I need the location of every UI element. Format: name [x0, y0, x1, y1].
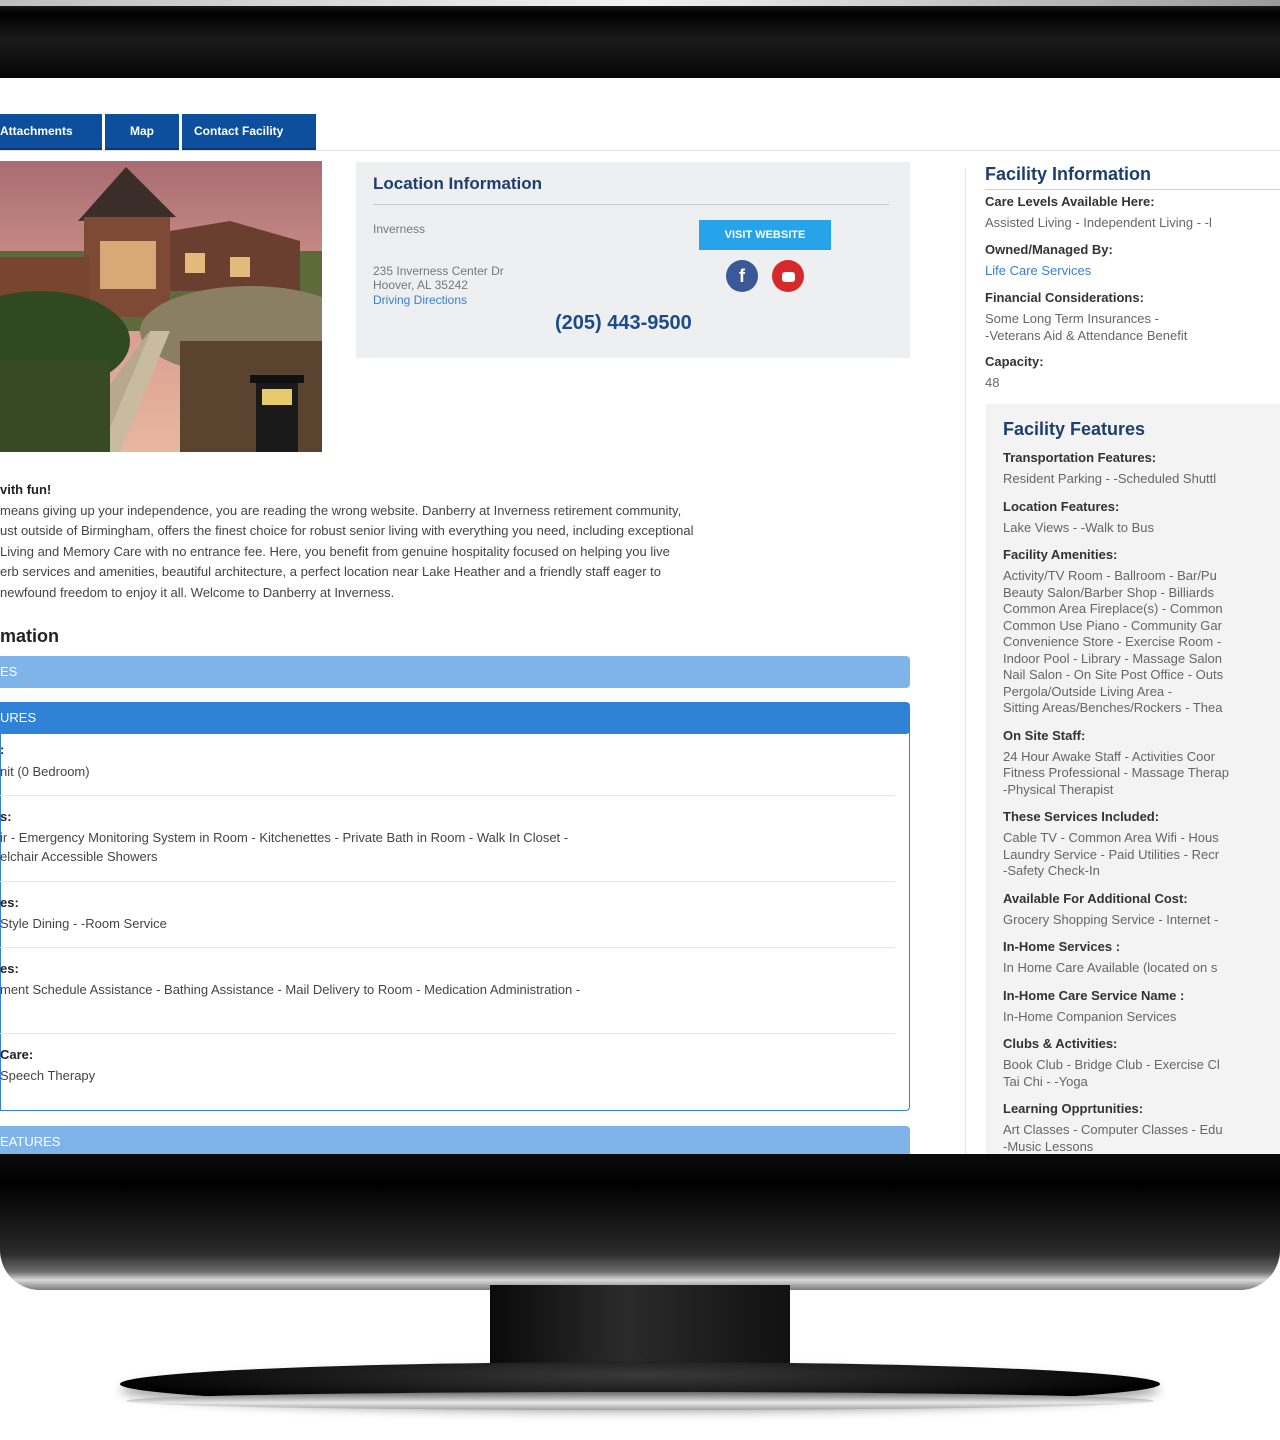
driving-directions-link[interactable]: Driving Directions: [373, 293, 467, 307]
financial-label: Financial Considerations:: [985, 290, 1144, 305]
feature-category-value: Art Classes - Computer Classes - Edu: [1003, 1122, 1223, 1137]
column-divider: [965, 168, 966, 1154]
monitor-top-bezel: [0, 0, 1280, 78]
visit-website-button[interactable]: VISIT WEBSITE: [699, 220, 831, 250]
bezel-highlight: [0, 0, 1280, 6]
feature-category-value: Nail Salon - On Site Post Office - Outs: [1003, 667, 1224, 682]
feature-row-value: Speech Therapy: [0, 1068, 96, 1083]
intro-line: ust outside of Birmingham, offers the fi…: [0, 523, 694, 538]
feature-category-value: Lake Views - -Walk to Bus: [1003, 519, 1154, 535]
feature-category-value: Common Use Piano - Community Gar: [1003, 617, 1222, 633]
phone-number[interactable]: (205) 443-9500: [555, 312, 692, 335]
monitor-bottom-bezel: [0, 1154, 1280, 1290]
feature-row-label: s:: [0, 809, 12, 824]
accordion-bar-community-features[interactable]: EATURES: [0, 1126, 910, 1154]
feature-row-label: es:: [0, 961, 19, 976]
feature-category-value: Convenience Store - Exercise Room -: [1003, 634, 1222, 649]
feature-category-label: Clubs & Activities:: [1003, 1036, 1118, 1051]
feature-category-value: In Home Care Available (located on s: [1003, 960, 1218, 975]
feature-row-value: nit (0 Bedroom): [0, 764, 90, 779]
page-header: Attachments Map Contact Facility: [0, 78, 1280, 150]
feature-row-label: :: [0, 742, 5, 757]
tab-contact-facility[interactable]: Contact Facility: [182, 114, 316, 150]
facility-photo: [0, 161, 322, 452]
feature-category-value: Laundry Service - Paid Utilities - Recr: [1003, 846, 1220, 862]
feature-category-value: Tai Chi - -Yoga: [1003, 1073, 1088, 1089]
facility-information: Facility Information: [985, 164, 1280, 185]
location-area: Inverness: [373, 222, 426, 236]
capacity-label: Capacity:: [985, 354, 1044, 369]
financial-value: Some Long Term Insurances -: [985, 311, 1159, 326]
care-levels-value: Assisted Living - Independent Living - -…: [985, 215, 1212, 230]
accordion-bar-services[interactable]: ES: [0, 656, 910, 688]
row-divider: [0, 1033, 895, 1034]
feature-category-value: -Music Lessons: [1003, 1138, 1094, 1154]
tab-attachments[interactable]: Attachments: [0, 114, 102, 150]
owner-link[interactable]: Life Care Services: [985, 262, 1091, 279]
feature-category-value: Book Club - Bridge Club - Exercise Cl: [1003, 1057, 1220, 1072]
feature-category-value: Sitting Areas/Benches/Rockers - Thea: [1003, 700, 1223, 715]
intro-line: erb services and amenities, beautiful ar…: [0, 564, 661, 579]
feature-category-value: Cable TV - Common Area Wifi - Hous: [1003, 830, 1219, 845]
feature-category-value: 24 Hour Awake Staff - Activities Coor: [1003, 748, 1215, 764]
monitor-screen: Attachments Map Contact Facility Locatio…: [0, 78, 1280, 1154]
header-divider: [0, 150, 1280, 151]
feature-row-value: elchair Accessible Showers: [0, 849, 158, 864]
feature-row-label: Care:: [0, 1047, 34, 1062]
financial-value: -Veterans Aid & Attendance Benefit: [985, 328, 1188, 343]
row-divider: [0, 795, 895, 796]
feature-row-value: ment Schedule Assistance - Bathing Assis…: [0, 982, 581, 997]
intro-line: means giving up your independence, you a…: [0, 502, 682, 518]
row-divider: [0, 947, 895, 948]
feature-category-value: Common Area Fireplace(s) - Common: [1003, 601, 1223, 616]
tab-map[interactable]: Map: [105, 114, 179, 150]
feature-category-label: In-Home Care Service Name :: [1003, 987, 1185, 1003]
feature-category-value: Grocery Shopping Service - Internet -: [1003, 911, 1219, 927]
intro-line: Living and Memory Care with no entrance …: [0, 543, 670, 559]
location-heading-rule: [373, 204, 889, 205]
feature-row-label: es:: [0, 895, 19, 910]
location-information-box: Location Information Inverness 235 Inver…: [356, 162, 910, 358]
feature-category-label: Available For Additional Cost:: [1003, 890, 1188, 906]
intro-line: newfound freedom to enjoy it all. Welcom…: [0, 584, 395, 600]
location-heading: Location Information: [373, 174, 543, 193]
facility-information-rule: [985, 189, 1280, 190]
feature-category-value: -Physical Therapist: [1003, 781, 1114, 797]
feature-category-value: Pergola/Outside Living Area -: [1003, 683, 1173, 699]
location-city: Hoover, AL 35242: [373, 278, 468, 292]
feature-row-value: ir - Emergency Monitoring System in Room…: [0, 830, 569, 845]
capacity-value: 48: [985, 375, 1000, 390]
feature-category-value: Fitness Professional - Massage Therap: [1003, 765, 1229, 780]
location-street: 235 Inverness Center Dr: [373, 264, 504, 278]
owned-label: Owned/Managed By:: [985, 242, 1113, 257]
feature-category-label: Learning Opprtunities:: [1003, 1101, 1144, 1116]
facebook-icon[interactable]: f: [726, 260, 758, 292]
facility-features-heading: Facility Features: [1003, 419, 1146, 439]
facility-information-heading: Facility Information: [985, 164, 1152, 184]
feature-row-value: Style Dining - -Room Service: [0, 916, 167, 931]
feature-category-value: Beauty Salon/Barber Shop - Billiards: [1003, 584, 1215, 600]
feature-category-label: In-Home Services :: [1003, 939, 1121, 954]
feature-category-value: -Safety Check-In: [1003, 863, 1100, 878]
tab-bar: Attachments Map Contact Facility: [0, 114, 316, 150]
information-section-title: mation: [0, 626, 60, 646]
feature-category-value: Activity/TV Room - Ballroom - Bar/Pu: [1003, 568, 1217, 583]
feature-category-label: On Site Staff:: [1003, 727, 1086, 743]
feature-category-label: These Services Included:: [1003, 809, 1160, 824]
feature-category-value: Indoor Pool - Library - Massage Salon: [1003, 650, 1222, 666]
intro-text: vith fun! means giving up your independe…: [0, 480, 915, 603]
care-levels-label: Care Levels Available Here:: [985, 194, 1155, 209]
feature-category-label: Location Features:: [1003, 498, 1120, 514]
feature-category-value: In-Home Companion Services: [1003, 1008, 1177, 1024]
feature-category-label: Transportation Features:: [1003, 450, 1157, 465]
intro-heading: vith fun!: [0, 482, 52, 497]
youtube-icon[interactable]: [772, 260, 804, 292]
feature-category-label: Facility Amenities:: [1003, 547, 1118, 562]
monitor-stand-rim: [126, 1392, 1154, 1410]
row-divider: [0, 881, 895, 882]
feature-category-value: Resident Parking - -Scheduled Shuttl: [1003, 471, 1217, 486]
